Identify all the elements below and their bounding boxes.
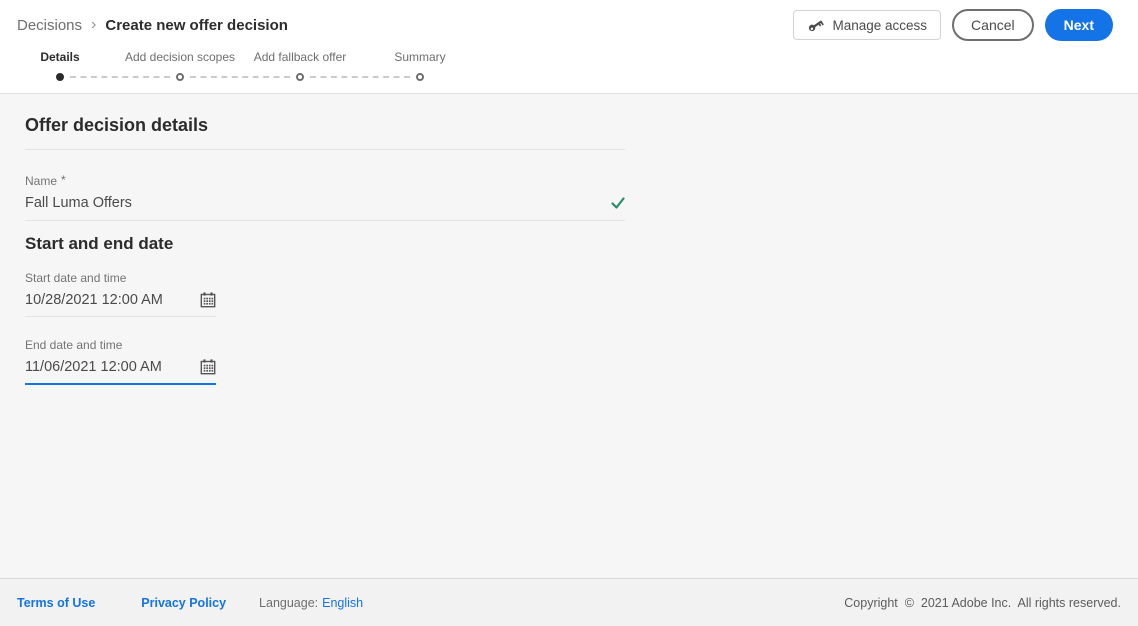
- name-field-label-row: Name *: [25, 173, 625, 188]
- step-summary: Summary: [360, 50, 480, 81]
- end-date-input[interactable]: 11/06/2021 12:00 AM: [25, 359, 216, 385]
- next-button[interactable]: Next: [1044, 9, 1113, 41]
- header-top-row: Decisions › Create new offer decision Ma…: [0, 0, 1138, 50]
- page-footer: Terms of Use Privacy Policy Language: En…: [0, 578, 1138, 626]
- header-actions: Manage access Cancel Next: [793, 9, 1113, 41]
- step-add-decision-scopes-track: [120, 73, 290, 81]
- manage-access-label: Manage access: [832, 17, 928, 33]
- create-offer-decision-page: Decisions › Create new offer decision Ma…: [0, 0, 1138, 626]
- privacy-policy-link[interactable]: Privacy Policy: [141, 596, 226, 610]
- step-summary-dot[interactable]: [416, 73, 424, 81]
- end-date-field-group: End date and time 11/06/2021 12:00 AM: [25, 338, 216, 385]
- copyright-text: Copyright © 2021 Adobe Inc. All rights r…: [844, 595, 1121, 610]
- calendar-icon: [200, 292, 216, 308]
- language-link[interactable]: English: [322, 596, 363, 610]
- name-value: Fall Luma Offers: [25, 195, 132, 211]
- step-add-decision-scopes: Add decision scopes: [120, 50, 290, 81]
- step-add-fallback-offer-label: Add fallback offer: [253, 50, 347, 64]
- name-input[interactable]: Fall Luma Offers: [25, 195, 625, 221]
- name-field-group: Name * Fall Luma Offers: [25, 173, 625, 221]
- breadcrumb: Decisions › Create new offer decision: [17, 17, 288, 34]
- calendar-icon: [200, 359, 216, 375]
- end-date-calendar-button[interactable]: [200, 359, 216, 375]
- end-date-label: End date and time: [25, 338, 123, 352]
- start-end-date-heading: Start and end date: [25, 234, 174, 253]
- name-label: Name: [25, 174, 58, 188]
- required-asterisk-icon: *: [61, 173, 66, 187]
- step-add-fallback-offer-dot[interactable]: [296, 73, 304, 81]
- language-label: Language:: [259, 595, 319, 610]
- step-details: Details: [0, 50, 170, 81]
- breadcrumb-decisions-link[interactable]: Decisions: [17, 17, 82, 34]
- cancel-button[interactable]: Cancel: [952, 9, 1034, 41]
- step-add-decision-scopes-dot[interactable]: [176, 73, 184, 81]
- page-title: Create new offer decision: [105, 16, 288, 34]
- main-content: Offer decision details Name * Fall Luma …: [0, 94, 1138, 578]
- step-add-decision-scopes-label: Add decision scopes: [124, 50, 236, 64]
- section-divider: [25, 149, 625, 150]
- offer-decision-details-heading: Offer decision details: [25, 115, 209, 135]
- start-date-value: 10/28/2021 12:00 AM: [25, 292, 163, 308]
- key-icon: [807, 17, 825, 34]
- page-header: Decisions › Create new offer decision Ma…: [0, 0, 1138, 94]
- start-date-label: Start date and time: [25, 271, 127, 285]
- wizard-step-indicator: Details Add decision scopes Add fallback…: [0, 50, 1138, 81]
- step-details-track: [0, 73, 170, 81]
- start-date-field-group: Start date and time 10/28/2021 12:00 AM: [25, 271, 216, 317]
- start-date-calendar-button[interactable]: [200, 292, 216, 308]
- footer-links: Terms of Use Privacy Policy Language: En…: [17, 596, 363, 610]
- terms-of-use-link[interactable]: Terms of Use: [17, 596, 95, 610]
- valid-check-icon: [611, 196, 625, 210]
- step-add-fallback-offer: Add fallback offer: [240, 50, 410, 81]
- end-date-value: 11/06/2021 12:00 AM: [25, 359, 162, 375]
- step-summary-track: [360, 73, 480, 81]
- step-details-label: Details: [40, 50, 80, 64]
- manage-access-button[interactable]: Manage access: [793, 10, 942, 40]
- step-add-fallback-offer-track: [240, 73, 410, 81]
- start-date-input[interactable]: 10/28/2021 12:00 AM: [25, 292, 216, 317]
- chevron-right-icon: ›: [91, 16, 97, 33]
- step-summary-label: Summary: [394, 50, 446, 64]
- step-details-dot[interactable]: [56, 73, 64, 81]
